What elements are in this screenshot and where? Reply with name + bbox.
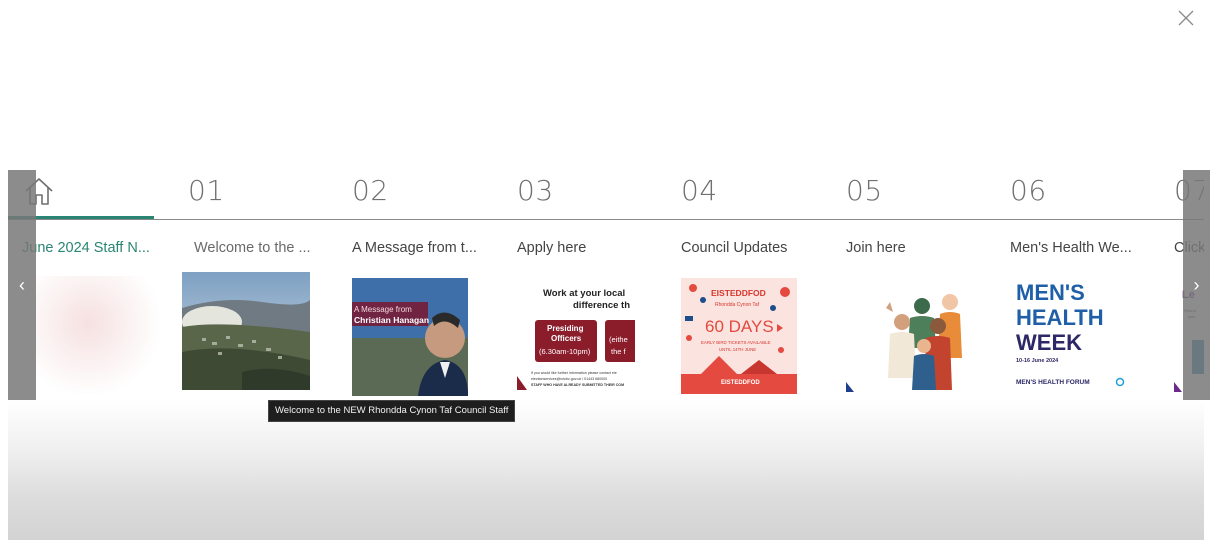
people-illustration xyxy=(846,278,964,396)
tooltip: Welcome to the NEW Rhondda Cynon Taf Cou… xyxy=(268,400,516,422)
tab-number: 01 xyxy=(188,174,225,207)
tab-title: Apply here xyxy=(517,240,587,256)
tab-05[interactable]: 05 Join here xyxy=(846,170,996,400)
thumbnail-faded xyxy=(36,276,166,394)
svg-text:Christian Hanagan: Christian Hanagan xyxy=(354,315,429,325)
eisteddfod-image: EISTEDDFOD Rhondda Cynon Taf 60 DAYS EAR… xyxy=(681,278,797,394)
svg-text:Work at your local: Work at your local xyxy=(543,288,625,299)
svg-text:Presiding: Presiding xyxy=(547,324,584,333)
tab-number: 03 xyxy=(517,174,554,207)
scroll-left-button[interactable]: ‹ xyxy=(8,170,36,400)
thumbnail-eisteddfod: EISTEDDFOD Rhondda Cynon Taf 60 DAYS EAR… xyxy=(681,278,797,396)
tab-06[interactable]: 06 Men's Health We... MEN'S HEALTH WEEK … xyxy=(1010,170,1160,400)
tab-04[interactable]: 04 Council Updates EISTEDDFOD Rhondda Cy… xyxy=(681,170,831,400)
thumbnail-mens-health: MEN'S HEALTH WEEK 10-16 June 2024 MEN'S … xyxy=(1010,278,1130,396)
svg-text:the f: the f xyxy=(611,347,627,356)
tab-title: Welcome to the ... xyxy=(194,240,311,256)
svg-text:MEN'S: MEN'S xyxy=(1016,280,1085,305)
tab-title: Council Updates xyxy=(681,240,788,256)
background-blur xyxy=(8,400,1204,540)
landscape-image xyxy=(182,272,310,390)
svg-text:(6.30am-10pm): (6.30am-10pm) xyxy=(539,347,591,356)
thumbnail-landscape xyxy=(182,272,310,390)
tab-title: June 2024 Staff N... xyxy=(22,240,150,256)
mens-health-image: MEN'S HEALTH WEEK 10-16 June 2024 MEN'S … xyxy=(1010,278,1130,394)
svg-text:EARLY BIRD TICKETS AVAILABLE: EARLY BIRD TICKETS AVAILABLE xyxy=(701,340,770,345)
tab-title: Join here xyxy=(846,240,906,256)
apply-image: Work at your local difference th Presidi… xyxy=(517,278,635,396)
svg-text:STAFF WHO HAVE ALREADY SUBMITT: STAFF WHO HAVE ALREADY SUBMITTED THEIR C… xyxy=(531,383,624,387)
tab-03[interactable]: 03 Apply here Work at your local differe… xyxy=(517,170,667,400)
svg-text:MEN'S HEALTH FORUM: MEN'S HEALTH FORUM xyxy=(1016,379,1090,386)
close-icon xyxy=(1178,10,1194,26)
tab-title: A Message from t... xyxy=(352,240,477,256)
svg-text:UNTIL 14TH JUNE: UNTIL 14TH JUNE xyxy=(719,347,756,352)
svg-text:If you would like further info: If you would like further information pl… xyxy=(531,371,617,375)
scroll-right-button[interactable]: › xyxy=(1183,170,1210,400)
svg-text:(eithe: (eithe xyxy=(609,335,628,344)
svg-text:Officers: Officers xyxy=(551,334,582,343)
page-strip: June 2024 Staff N... 01 Welcome to the .… xyxy=(8,170,1204,400)
svg-text:WEEK: WEEK xyxy=(1016,330,1082,355)
tab-number: 04 xyxy=(681,174,718,207)
tab-02[interactable]: 02 A Message from t... A Message from Ch… xyxy=(352,170,502,400)
svg-text:EISTEDDFOD: EISTEDDFOD xyxy=(721,380,760,386)
svg-text:Rhondda Cynon Taf: Rhondda Cynon Taf xyxy=(715,302,760,308)
svg-text:60 DAYS: 60 DAYS xyxy=(705,317,774,336)
chevron-left-icon: ‹ xyxy=(19,274,25,295)
close-button[interactable] xyxy=(1174,6,1198,30)
svg-text:HEALTH: HEALTH xyxy=(1016,305,1104,330)
tab-number: 06 xyxy=(1010,174,1047,207)
svg-text:10-16 June 2024: 10-16 June 2024 xyxy=(1016,358,1059,364)
svg-text:EISTEDDFOD: EISTEDDFOD xyxy=(711,288,766,298)
svg-text:electionservices@rctcbc.gov.uk: electionservices@rctcbc.gov.uk / 01443 6… xyxy=(531,377,607,381)
tab-number: 05 xyxy=(846,174,883,207)
thumbnail-apply: Work at your local difference th Presidi… xyxy=(517,278,635,396)
tab-01[interactable]: 01 Welcome to the ... xyxy=(182,170,338,400)
thumbnail-join xyxy=(846,278,964,396)
tab-number: 02 xyxy=(352,174,389,207)
svg-text:difference th: difference th xyxy=(573,300,630,311)
tab-title: Men's Health We... xyxy=(1010,240,1132,256)
svg-text:A Message from: A Message from xyxy=(354,305,412,314)
chevron-right-icon: › xyxy=(1193,274,1200,295)
message-image: A Message from Christian Hanagan xyxy=(352,278,468,396)
thumbnail-message: A Message from Christian Hanagan xyxy=(352,278,468,396)
